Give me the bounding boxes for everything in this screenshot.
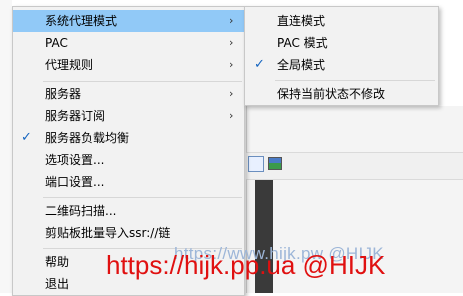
background-strip bbox=[0, 0, 12, 293]
menu-item-label: 退出 bbox=[45, 277, 70, 291]
submenu-item-pac-mode[interactable]: PAC 模式 bbox=[245, 32, 438, 54]
menu-item-clipboard-import[interactable]: 剪贴板批量导入ssr://链 bbox=[13, 222, 244, 244]
menu-item-label: PAC bbox=[45, 36, 68, 50]
submenu-separator bbox=[275, 80, 435, 81]
menu-item-label: 服务器负载均衡 bbox=[45, 131, 130, 145]
menu-item-proxy-rules[interactable]: 代理规则 › bbox=[13, 54, 244, 76]
menu-item-pac[interactable]: PAC › bbox=[13, 32, 244, 54]
image-icon[interactable] bbox=[268, 157, 282, 170]
menu-item-server-subscription[interactable]: 服务器订阅 › bbox=[13, 105, 244, 127]
menu-separator bbox=[43, 197, 242, 198]
chevron-right-icon: › bbox=[229, 36, 234, 49]
menu-item-label: 服务器订阅 bbox=[45, 109, 106, 123]
menu-item-label: 帮助 bbox=[45, 255, 70, 269]
submenu-item-label: PAC 模式 bbox=[277, 36, 328, 50]
watermark-red: https://hijk.pp.ua @HIJK bbox=[106, 250, 386, 280]
menu-item-label: 选项设置... bbox=[45, 153, 105, 167]
menu-item-label: 二维码扫描... bbox=[45, 204, 117, 218]
menu-item-label: 端口设置... bbox=[45, 175, 105, 189]
submenu-item-label: 直连模式 bbox=[277, 14, 326, 28]
submenu-item-label: 全局模式 bbox=[277, 58, 326, 72]
menu-item-label: 代理规则 bbox=[45, 58, 94, 72]
menu-item-servers[interactable]: 服务器 › bbox=[13, 83, 244, 105]
submenu-item-keep-state[interactable]: 保持当前状态不修改 bbox=[245, 83, 438, 105]
submenu-item-direct[interactable]: 直连模式 bbox=[245, 10, 438, 32]
menu-item-label: 剪贴板批量导入ssr://链 bbox=[45, 226, 171, 240]
menu-item-qr-scan[interactable]: 二维码扫描... bbox=[13, 200, 244, 222]
checkmark-icon: ✓ bbox=[254, 57, 265, 72]
checkmark-icon: ✓ bbox=[21, 130, 32, 145]
submenu-item-label: 保持当前状态不修改 bbox=[277, 87, 386, 101]
submenu-item-global-mode[interactable]: ✓ 全局模式 bbox=[245, 54, 438, 76]
proxy-mode-submenu: 直连模式 PAC 模式 ✓ 全局模式 保持当前状态不修改 bbox=[244, 6, 439, 106]
menu-item-label: 服务器 bbox=[45, 87, 82, 101]
menu-item-system-proxy-mode[interactable]: 系统代理模式 › bbox=[13, 10, 244, 32]
grid-view-icon[interactable] bbox=[248, 156, 264, 172]
chevron-right-icon: › bbox=[229, 58, 234, 71]
menu-item-options[interactable]: 选项设置... bbox=[13, 149, 244, 171]
menu-item-label: 系统代理模式 bbox=[45, 14, 118, 28]
chevron-right-icon: › bbox=[229, 14, 234, 27]
menu-item-load-balance[interactable]: ✓ 服务器负载均衡 bbox=[13, 127, 244, 149]
chevron-right-icon: › bbox=[229, 87, 234, 100]
chevron-right-icon: › bbox=[229, 109, 234, 122]
menu-separator bbox=[43, 81, 242, 82]
menu-item-port-settings[interactable]: 端口设置... bbox=[13, 171, 244, 193]
